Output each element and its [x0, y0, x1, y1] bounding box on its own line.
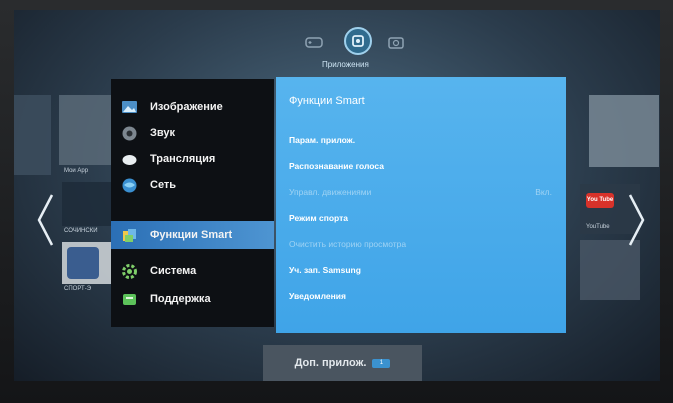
bg-tile-left	[14, 95, 51, 175]
submenu-item-notifications[interactable]: Уведомления	[289, 291, 346, 301]
menu-item-broadcast[interactable]: Трансляция	[111, 145, 274, 173]
channel-logo-icon	[67, 247, 99, 279]
submenu-item-voice-recognition[interactable]: Распознавание голоса	[289, 161, 384, 171]
picture-icon	[122, 100, 137, 113]
bg-tile-right-top	[589, 95, 659, 167]
menu-item-system[interactable]: Система	[111, 257, 274, 285]
bg-label-sochinsk: СОЧИНСКИ	[64, 228, 98, 234]
scroll-left-arrow-icon[interactable]	[36, 190, 56, 250]
network-icon	[122, 178, 137, 192]
menu-item-label: Изображение	[150, 101, 223, 113]
menu-item-label: Система	[150, 265, 197, 277]
more-apps-label: Доп. прилож.	[294, 357, 367, 369]
more-apps-button[interactable]: Доп. прилож. 1	[263, 345, 422, 381]
smart-features-submenu: Функции Smart Парам. прилож. Распознаван…	[276, 77, 566, 333]
menu-item-label: Звук	[150, 127, 176, 139]
tv-bezel: Приложения Мои App СОЧИНСКИ СПОРТ-Э You …	[0, 0, 673, 403]
sound-icon	[122, 126, 137, 140]
menu-item-sound[interactable]: Звук	[111, 119, 274, 147]
settings-menu: Изображение Звук Трансляция Сеть Функции…	[111, 79, 274, 327]
menu-item-picture[interactable]: Изображение	[111, 93, 274, 121]
submenu-title: Функции Smart	[289, 95, 365, 107]
menu-item-label: Функции Smart	[150, 229, 233, 241]
submenu-item-sport-mode[interactable]: Режим спорта	[289, 213, 348, 223]
apps-icon[interactable]	[344, 27, 372, 55]
bg-label-my-apps: Мои App	[64, 168, 89, 174]
broadcast-icon	[122, 154, 137, 165]
menu-item-label: Трансляция	[150, 153, 216, 165]
submenu-item-clear-history: Очистить историю просмотра	[289, 239, 407, 249]
gamepad-icon[interactable]	[304, 32, 324, 52]
bg-label-youtube: YouTube	[586, 224, 610, 230]
menu-item-support[interactable]: Поддержка	[111, 285, 274, 313]
support-icon	[123, 293, 136, 305]
category-bar: Приложения	[304, 22, 414, 72]
camera-icon[interactable]	[386, 32, 406, 52]
menu-item-smart-features[interactable]: Функции Smart	[111, 221, 274, 249]
menu-item-label: Сеть	[150, 179, 177, 191]
scroll-right-arrow-icon[interactable]	[626, 190, 646, 250]
motion-control-value: Вкл.	[535, 187, 552, 197]
submenu-item-motion-control: Управл. движениями	[289, 187, 372, 197]
submenu-item-samsung-account[interactable]: Уч. зап. Samsung	[289, 265, 361, 275]
smart-features-icon	[123, 228, 136, 242]
submenu-item-app-settings[interactable]: Парам. прилож.	[289, 135, 355, 145]
menu-item-label: Поддержка	[150, 293, 211, 305]
category-label: Приложения	[322, 60, 369, 69]
system-gear-icon	[122, 263, 137, 279]
bg-label-sport: СПОРТ-Э	[64, 286, 92, 292]
more-apps-badge: 1	[372, 358, 391, 368]
youtube-logo-icon: You Tube	[586, 193, 614, 208]
menu-item-network[interactable]: Сеть	[111, 171, 274, 199]
